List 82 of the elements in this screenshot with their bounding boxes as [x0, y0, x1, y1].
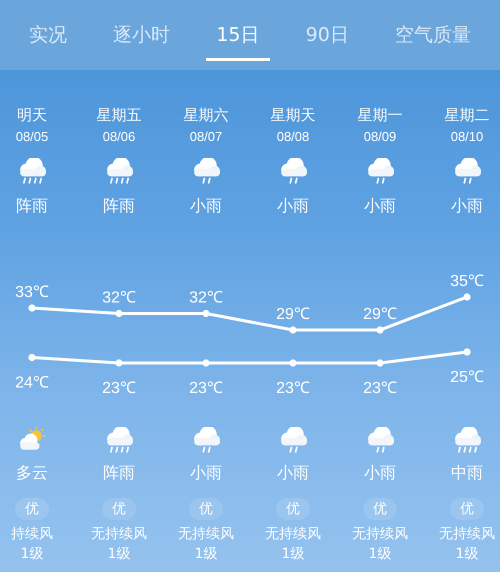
temperature-label: 23℃: [189, 380, 223, 397]
tab[interactable]: 90日: [296, 0, 359, 61]
data-point: [28, 354, 36, 362]
day-name: 星期二: [444, 105, 490, 126]
wind-direction: 持续风: [11, 525, 53, 544]
data-point: [463, 293, 471, 301]
temperature-label: 29℃: [276, 306, 310, 323]
temperature-label: 33℃: [15, 284, 49, 301]
tab[interactable]: 15日: [206, 0, 270, 61]
data-point: [463, 348, 471, 356]
weather-condition: 多云: [16, 462, 48, 484]
air-quality-badge: 优: [363, 498, 397, 520]
day-name: 星期天: [270, 105, 316, 126]
rain-cloud-icon: [192, 158, 220, 184]
rain-cloud-icon: [279, 158, 307, 184]
date: 08/06: [102, 128, 136, 146]
wind-level: 1级: [368, 545, 392, 564]
date: 08/09: [364, 128, 396, 146]
data-point: [289, 326, 297, 334]
data-point: [202, 359, 210, 367]
air-quality-badge: 优: [450, 498, 484, 520]
data-point: [115, 310, 123, 318]
weather-condition: 阵雨: [16, 195, 48, 217]
weather-condition: 中雨: [451, 462, 483, 484]
weather-condition: 小雨: [364, 462, 396, 484]
tab[interactable]: 逐小时: [103, 0, 180, 61]
weather-condition: 小雨: [277, 195, 309, 217]
air-quality-badge: 优: [15, 498, 49, 520]
weather-condition: 小雨: [190, 195, 222, 217]
weather-condition: 小雨: [277, 462, 309, 484]
air-quality-badge: 优: [102, 498, 136, 520]
weather-condition: 小雨: [364, 195, 396, 217]
rain-cloud-icon: [18, 158, 46, 184]
date: 08/10: [450, 128, 484, 146]
rain-cloud-icon: [453, 427, 481, 453]
wind-level: 1级: [194, 545, 218, 564]
temperature-label: 24℃: [15, 374, 49, 392]
weather-condition: 阵雨: [103, 195, 135, 217]
rain-cloud-icon: [366, 427, 394, 453]
wind-level: 1级: [282, 545, 304, 564]
date: 08/07: [190, 128, 222, 146]
data-point: [202, 310, 210, 318]
rain-cloud-icon: [192, 427, 220, 453]
wind-direction: 无持续风: [178, 525, 234, 544]
data-point: [289, 359, 297, 367]
weather-condition: 小雨: [451, 195, 483, 217]
rain-cloud-icon: [366, 158, 394, 184]
tab[interactable]: 空气质量: [384, 0, 481, 61]
wind-direction: 无持续风: [265, 525, 321, 544]
day-name: 星期一: [358, 105, 402, 126]
date: 08/05: [16, 128, 48, 146]
data-point: [28, 304, 36, 312]
wind-direction: 无持续风: [91, 525, 147, 544]
temperature-label: 23℃: [102, 380, 136, 397]
wind-level: 1级: [108, 545, 130, 564]
weather-condition: 小雨: [190, 462, 222, 484]
wind-direction: 无持续风: [439, 525, 495, 544]
wind-level: 1级: [456, 545, 478, 564]
temperature-label: 32℃: [189, 290, 223, 306]
air-quality-badge: 优: [189, 498, 223, 520]
wind-direction: 无持续风: [352, 525, 408, 544]
tab[interactable]: 实况: [19, 0, 78, 61]
temperature-label: 32℃: [102, 290, 136, 306]
data-point: [115, 359, 123, 367]
date: 08/08: [276, 128, 310, 146]
temperature-label: 35℃: [450, 273, 484, 290]
day-name: 星期六: [184, 105, 228, 126]
temperature-label: 29℃: [363, 306, 397, 323]
day-name: 明天: [17, 105, 47, 126]
wind-level: 1级: [20, 545, 44, 564]
rain-cloud-icon: [279, 427, 307, 453]
rain-cloud-icon: [105, 158, 133, 184]
day-name: 星期五: [96, 105, 142, 126]
temperature-label: 23℃: [363, 380, 397, 397]
rain-cloud-icon: [105, 427, 133, 453]
data-point: [376, 359, 384, 367]
temperature-label: 25℃: [450, 369, 484, 386]
temperature-label: 23℃: [276, 380, 310, 397]
rain-cloud-icon: [453, 158, 481, 184]
weather-condition: 阵雨: [103, 462, 135, 484]
data-point: [376, 326, 384, 334]
air-quality-badge: 优: [276, 498, 310, 520]
